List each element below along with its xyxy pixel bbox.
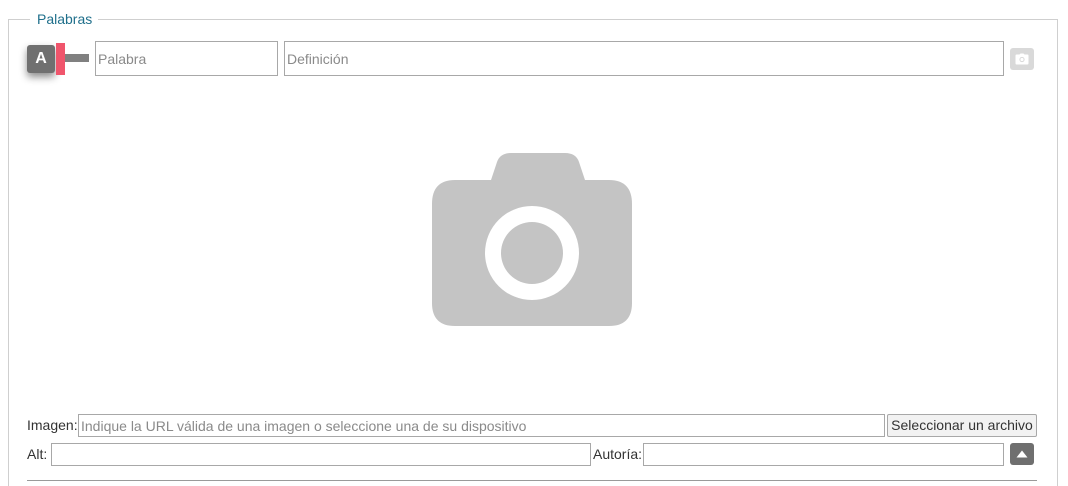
divider (27, 480, 1037, 481)
accent-tab (56, 43, 65, 75)
fieldset-border-top-left (8, 19, 30, 20)
fieldset-border-left (8, 19, 9, 486)
image-label: Imagen: (27, 417, 78, 433)
image-url-input[interactable] (78, 414, 885, 437)
caret-up-icon (1016, 450, 1028, 458)
fieldset-border-top-right (98, 19, 1058, 20)
word-input[interactable] (95, 41, 278, 76)
select-file-button[interactable]: Seleccionar un archivo (887, 414, 1037, 437)
toggle-image-button[interactable] (1010, 48, 1034, 70)
author-input[interactable] (643, 443, 1004, 466)
definition-input[interactable] (284, 41, 1004, 76)
fieldset-border-right (1057, 19, 1058, 486)
alt-label: Alt: (27, 446, 48, 462)
alt-input[interactable] (51, 443, 591, 466)
collapse-button[interactable] (1010, 443, 1034, 465)
author-label: Autoría: (593, 446, 643, 462)
image-placeholder-camera-icon (432, 153, 632, 326)
camera-icon (1015, 53, 1029, 65)
connector-bar (65, 54, 89, 62)
section-legend: Palabras (31, 10, 99, 28)
letter-badge[interactable]: A (27, 45, 55, 73)
